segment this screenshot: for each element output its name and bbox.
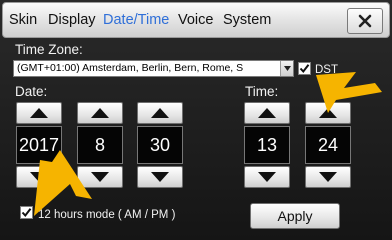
- minute-up-button[interactable]: [305, 102, 351, 124]
- up-arrow-icon: [151, 108, 169, 118]
- time-zone-label: Time Zone:: [15, 42, 83, 57]
- down-arrow-icon: [91, 172, 109, 182]
- year-down-button[interactable]: [16, 166, 62, 188]
- tab-display[interactable]: Display: [48, 11, 96, 29]
- day-up-button[interactable]: [137, 102, 183, 124]
- down-arrow-icon: [30, 172, 48, 182]
- up-arrow-icon: [30, 108, 48, 118]
- 12-hours-mode-checkbox[interactable]: [20, 206, 33, 219]
- minute-value: 24: [305, 126, 351, 164]
- hour-up-button[interactable]: [244, 102, 290, 124]
- dst-label: DST: [315, 64, 338, 76]
- checkmark-icon: [21, 208, 32, 218]
- year-up-button[interactable]: [16, 102, 62, 124]
- year-value: 2017: [16, 126, 62, 164]
- minute-down-button[interactable]: [305, 166, 351, 188]
- time-label: Time:: [245, 84, 279, 99]
- tab-system[interactable]: System: [223, 11, 271, 29]
- day-down-button[interactable]: [137, 166, 183, 188]
- month-up-button[interactable]: [77, 102, 123, 124]
- down-arrow-icon: [151, 172, 169, 182]
- up-arrow-icon: [91, 108, 109, 118]
- date-label: Date:: [15, 84, 48, 99]
- up-arrow-icon: [258, 108, 276, 118]
- hour-value: 13: [244, 126, 290, 164]
- apply-button[interactable]: Apply: [250, 203, 340, 229]
- month-value: 8: [77, 126, 123, 164]
- hour-down-button[interactable]: [244, 166, 290, 188]
- down-arrow-icon: [258, 172, 276, 182]
- close-icon: [358, 14, 372, 28]
- tab-bar: Skin Display Date/Time Voice System: [2, 2, 390, 38]
- time-zone-value: (GMT+01:00) Amsterdam, Berlin, Bern, Rom…: [17, 62, 244, 74]
- dst-checkbox[interactable]: [298, 62, 311, 75]
- settings-window: Skin Display Date/Time Voice System Time…: [0, 0, 392, 240]
- dropdown-arrow-icon[interactable]: [280, 61, 293, 76]
- day-value: 30: [137, 126, 183, 164]
- tab-voice[interactable]: Voice: [178, 11, 213, 29]
- close-button[interactable]: [347, 8, 383, 34]
- time-zone-select[interactable]: (GMT+01:00) Amsterdam, Berlin, Bern, Rom…: [13, 60, 294, 77]
- up-arrow-icon: [319, 108, 337, 118]
- tab-date-time[interactable]: Date/Time: [103, 11, 169, 29]
- down-arrow-icon: [319, 172, 337, 182]
- tab-skin[interactable]: Skin: [9, 11, 37, 29]
- checkmark-icon: [299, 64, 310, 74]
- 12-hours-mode-label: 12 hours mode ( AM / PM ): [38, 209, 176, 221]
- month-down-button[interactable]: [77, 166, 123, 188]
